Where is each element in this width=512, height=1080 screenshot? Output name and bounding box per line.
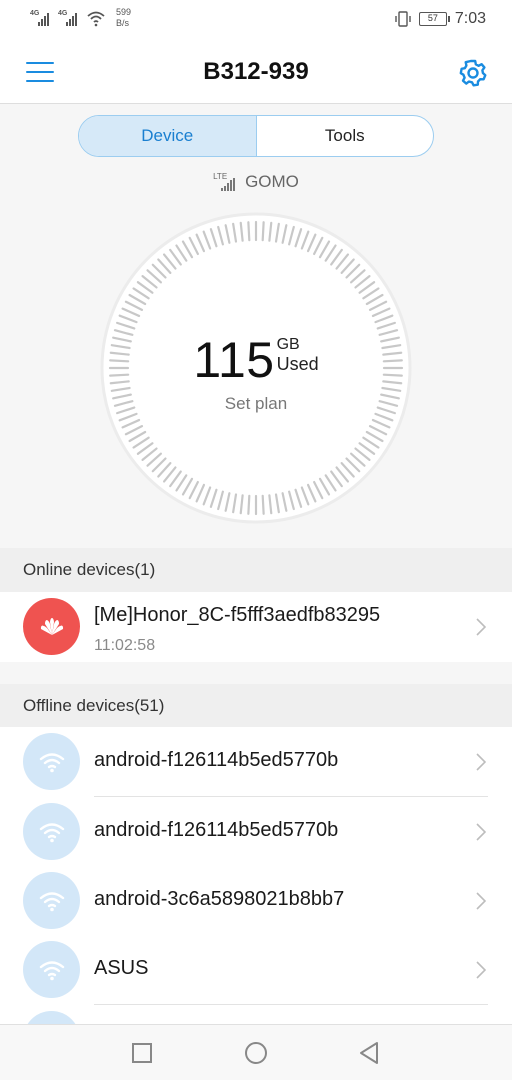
chevron-right-icon: [476, 961, 486, 979]
signal-icon: 4G: [30, 8, 54, 28]
vibrate-icon: [395, 11, 411, 27]
wifi-icon: [23, 941, 80, 998]
recent-apps-button[interactable]: [130, 1041, 154, 1065]
huawei-logo-icon: [23, 598, 80, 655]
chevron-right-icon: [476, 618, 486, 636]
clock: 7:03: [454, 10, 486, 27]
wifi-icon: [23, 803, 80, 860]
system-nav-bar: [0, 1024, 512, 1080]
carrier-info: LTE GOMO: [0, 172, 512, 192]
usage-used-label: Used: [276, 354, 319, 374]
list-item-online-device[interactable]: [Me]Honor_8C-f5fff3aedfb83295 11:02:58: [0, 592, 512, 662]
set-plan-link[interactable]: Set plan: [0, 394, 512, 414]
app-bar: B312-939: [0, 40, 512, 104]
wifi-icon: [23, 733, 80, 790]
wifi-icon: [23, 872, 80, 929]
list-item-offline-device-partial[interactable]: [0, 1005, 512, 1025]
list-item-offline-device[interactable]: android-f126114b5ed5770b: [0, 797, 512, 867]
device-name: [Me]Honor_8C-f5fff3aedfb83295: [94, 604, 381, 626]
carrier-name: GOMO: [245, 172, 299, 191]
device-name: ASUS: [94, 957, 149, 979]
signal-icon: 4G: [58, 8, 82, 28]
online-devices-header: Online devices(1): [0, 548, 512, 592]
page-title: B312-939: [203, 58, 309, 85]
device-connect-time: 11:02:58: [94, 637, 156, 654]
wifi-status-icon: [87, 11, 105, 27]
home-button[interactable]: [244, 1041, 268, 1065]
status-bar-left: 4G 4G 599 B/s: [30, 7, 131, 29]
device-name: android-3c6a5898021b8bb7: [94, 888, 345, 910]
chevron-right-icon: [476, 753, 486, 771]
wifi-icon: [23, 1011, 80, 1025]
usage-amount: 115: [193, 332, 275, 388]
tab-device[interactable]: Device: [79, 116, 257, 156]
device-tools-tabs: Device Tools: [78, 115, 434, 157]
status-bar-right: 57 7:03: [395, 10, 486, 28]
network-speed: 599 B/s: [116, 7, 131, 29]
tab-tools[interactable]: Tools: [257, 116, 434, 156]
device-name: android-f126114b5ed5770b: [94, 749, 339, 771]
list-item-offline-device[interactable]: android-3c6a5898021b8bb7: [0, 866, 512, 936]
list-item-offline-device[interactable]: android-f126114b5ed5770b: [0, 727, 512, 797]
offline-devices-header: Offline devices(51): [0, 684, 512, 728]
usage-display: 115 GB Used: [0, 334, 512, 386]
usage-unit: GB: [276, 336, 300, 353]
device-name: android-f126114b5ed5770b: [94, 819, 339, 841]
chevron-right-icon: [476, 823, 486, 841]
back-button[interactable]: [357, 1041, 381, 1065]
lte-signal-icon: LTE: [213, 173, 239, 191]
gear-icon[interactable]: [458, 58, 488, 88]
battery-icon: 57: [418, 12, 450, 26]
network-speed-value: 599: [116, 7, 132, 17]
list-item-offline-device[interactable]: ASUS: [0, 935, 512, 1005]
network-speed-unit: B/s: [116, 18, 130, 28]
status-bar: 4G 4G 599 B/s 57 7:03: [0, 0, 512, 40]
chevron-right-icon: [476, 892, 486, 910]
